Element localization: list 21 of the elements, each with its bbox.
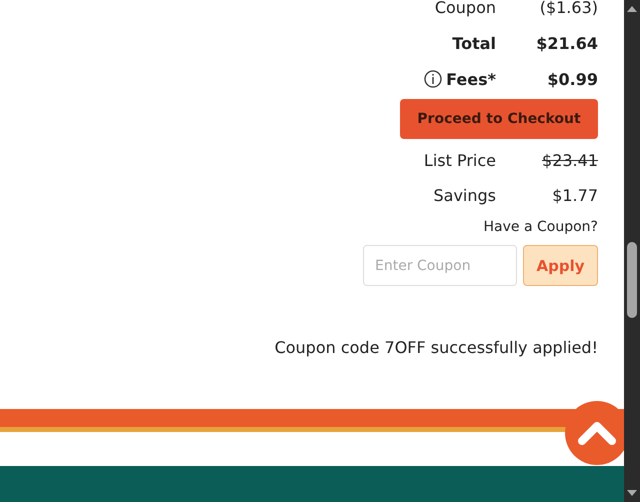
price-value: $1.77 [551, 186, 598, 205]
chevron-up-icon [577, 420, 617, 446]
summary-value: $21.64 [535, 34, 598, 52]
scrollbar[interactable] [624, 0, 640, 502]
coupon-success-message: Coupon code 7OFF successfully applied! [274, 338, 598, 357]
checkout-button[interactable]: Proceed to Checkout [400, 99, 598, 139]
scroll-up-icon [627, 6, 637, 12]
price-value: $23.41 [541, 151, 598, 170]
price-label: List Price [424, 151, 496, 170]
coupon-prompt: Have a Coupon? [484, 219, 598, 237]
scroll-down-icon [627, 490, 637, 496]
scrollbar-thumb[interactable] [627, 242, 637, 318]
price-label: Savings [433, 186, 496, 205]
summary-label: Fees* [446, 70, 496, 88]
info-icon[interactable] [424, 70, 442, 88]
coupon-field[interactable]: Enter Coupon [363, 245, 517, 286]
summary-label: Total [452, 34, 496, 52]
summary-value: ($1.63) [538, 0, 598, 16]
apply-button[interactable]: Apply [523, 245, 598, 286]
summary-label: Coupon [434, 0, 496, 16]
summary-value: $0.99 [546, 70, 598, 88]
